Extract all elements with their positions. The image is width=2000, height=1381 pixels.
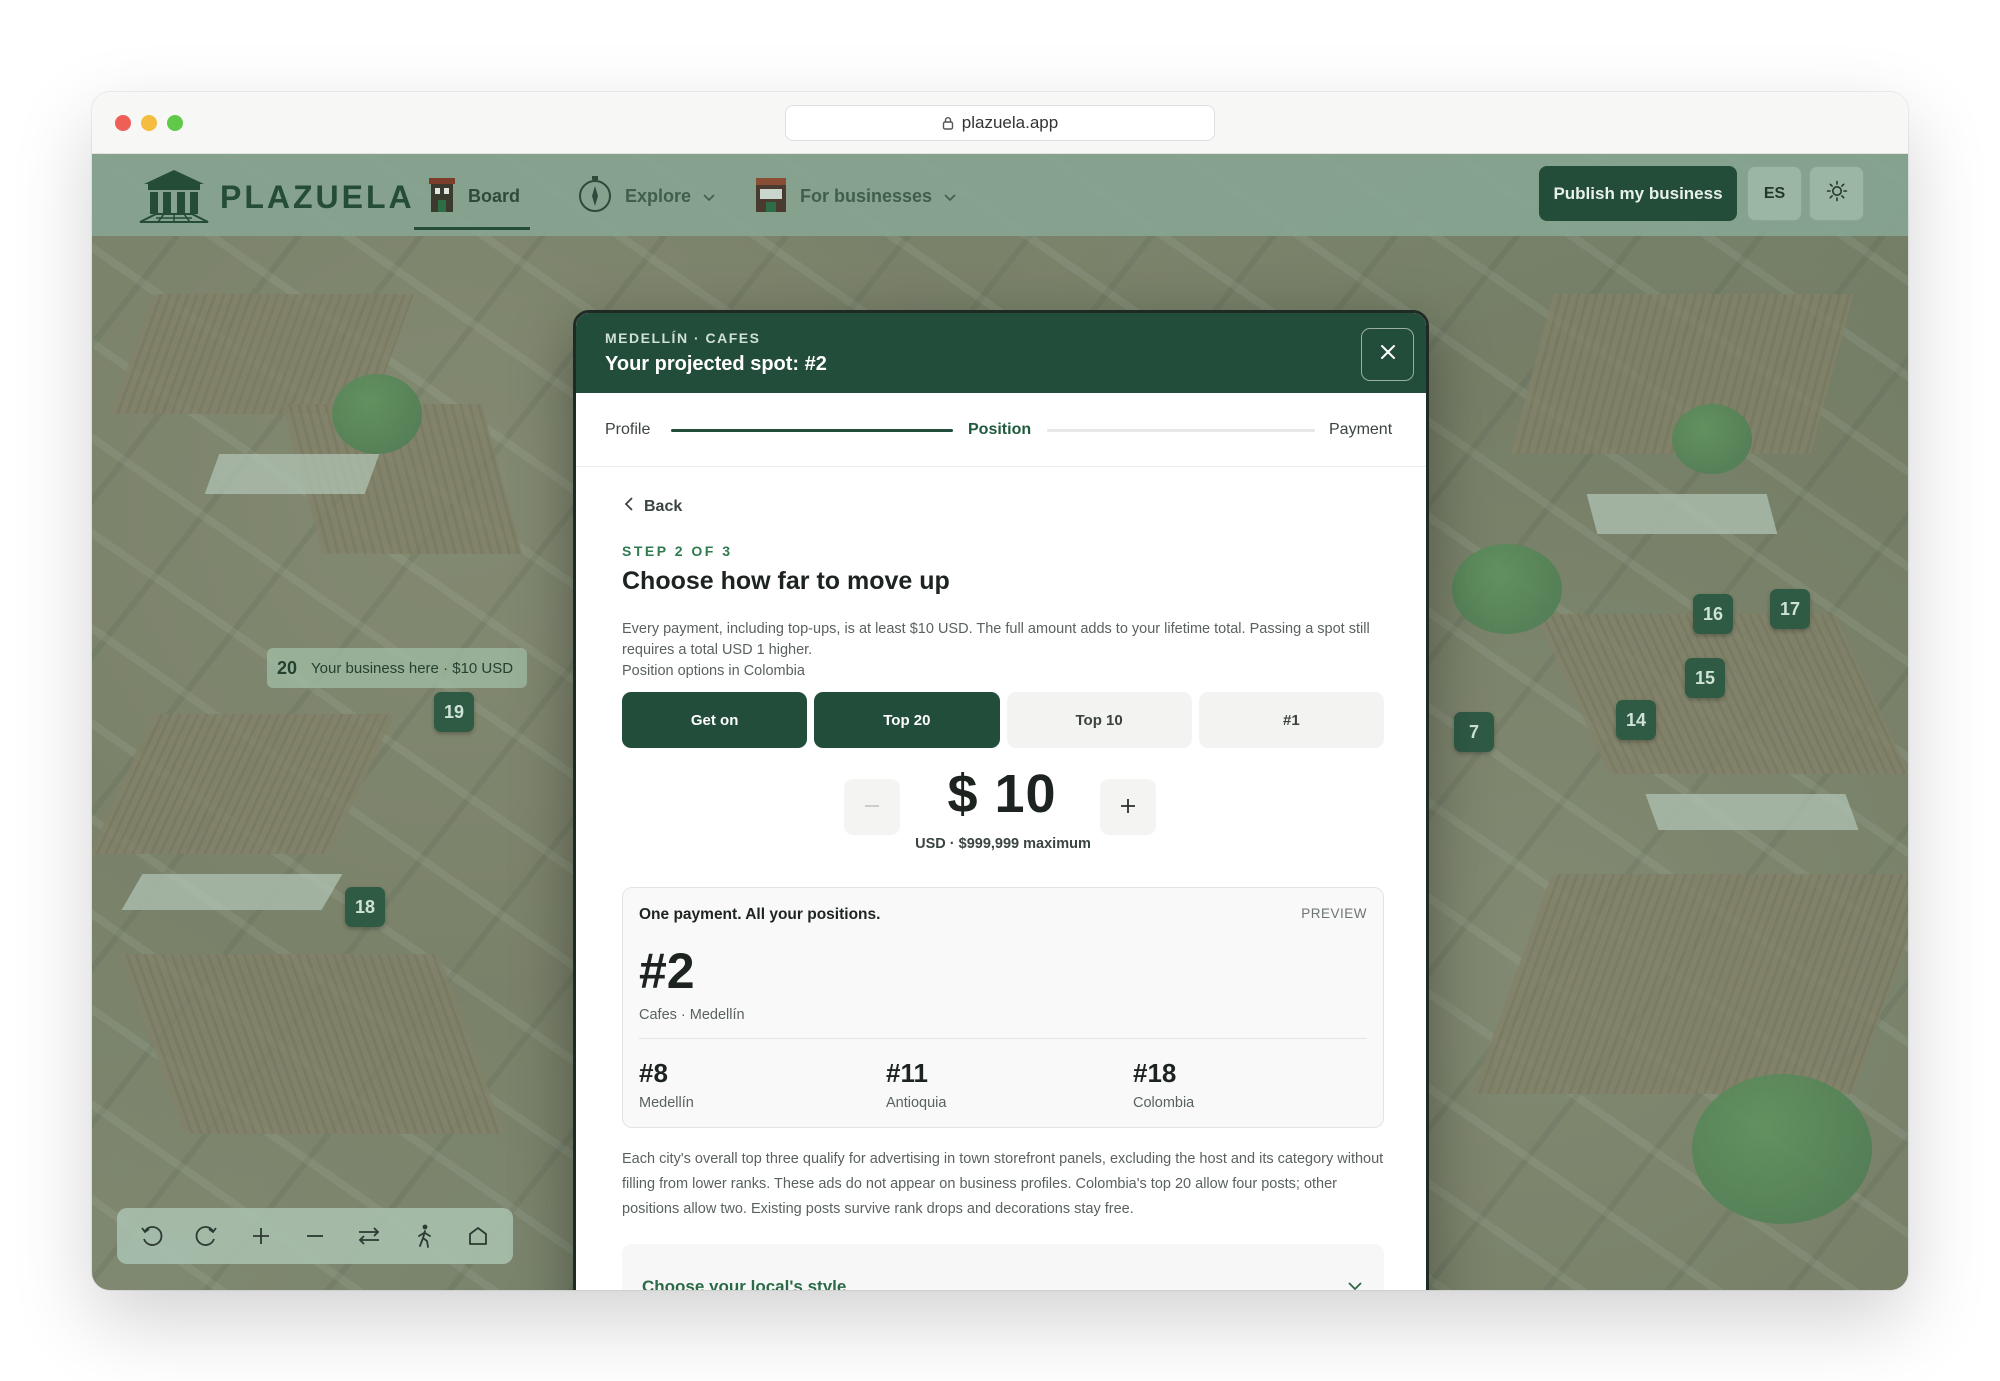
amount-limit: USD · $999,999 maximum [915, 836, 1091, 852]
rank-region-value: #11 [886, 1058, 928, 1088]
spot-badge[interactable]: 17 [1770, 589, 1810, 629]
chevron-down-icon [1348, 1278, 1362, 1290]
step-indicator: STEP 2 OF 3 [622, 543, 733, 559]
amount-value: $ 10 [947, 764, 1057, 824]
projected-rank: #2 [639, 943, 695, 999]
step-payment[interactable]: Payment [1329, 421, 1392, 439]
spot-tag-number: 20 [277, 657, 298, 678]
local-style-accordion[interactable]: Choose your local's style [622, 1244, 1384, 1290]
browser-window: plazuela.app 20 Your business here · $10… [92, 92, 1908, 1290]
modal-title: Your projected spot: #2 [605, 353, 827, 375]
spot-tag-text: Your business here · $10 USD [311, 659, 514, 677]
rank-city: #8 Medellín [639, 1058, 694, 1111]
rotate-right-icon[interactable] [186, 1216, 226, 1256]
step-heading: Choose how far to move up [622, 567, 950, 595]
option-number-1[interactable]: #1 [1198, 692, 1384, 748]
rank-city-value: #8 [639, 1058, 668, 1088]
nav-board[interactable]: Board [413, 172, 531, 230]
minus-icon [863, 797, 881, 818]
nav-explore[interactable]: Explore [577, 172, 715, 220]
available-spot-tag[interactable]: 20 Your business here · $10 USD [267, 648, 528, 688]
payment-description: Every payment, including top-ups, is at … [622, 621, 1370, 658]
logo-wordmark: PLAZUELA [220, 179, 415, 215]
rank-region-label: Antioquia [886, 1095, 947, 1111]
nav-board-label: Board [468, 185, 521, 206]
browser-titlebar: plazuela.app [92, 92, 1908, 154]
option-top-10[interactable]: Top 10 [1006, 692, 1192, 748]
position-preview-card: One payment. All your positions. PREVIEW… [622, 887, 1384, 1128]
modal-header: MEDELLÍN · CAFES Your projected spot: #2 [576, 313, 1426, 393]
increase-amount-button[interactable] [1100, 779, 1156, 835]
spot-badge[interactable]: 18 [345, 887, 385, 927]
preview-title: One payment. All your positions. [639, 906, 881, 923]
home-view-icon[interactable] [458, 1216, 498, 1256]
map-toolbar [117, 1208, 513, 1264]
close-modal-button[interactable] [1361, 328, 1414, 381]
zoom-out-icon[interactable] [295, 1216, 335, 1256]
position-modal: MEDELLÍN · CAFES Your projected spot: #2… [573, 310, 1429, 1290]
spot-badge[interactable]: 16 [1693, 594, 1733, 634]
modal-location-category: MEDELLÍN · CAFES [605, 330, 761, 346]
step-progress-bar [671, 429, 953, 432]
step-position[interactable]: Position [968, 421, 1031, 439]
spot-badge[interactable]: 15 [1685, 658, 1725, 698]
step-remaining-bar [1047, 429, 1315, 432]
option-top-20[interactable]: Top 20 [814, 692, 1000, 748]
nav-explore-label: Explore [625, 185, 692, 206]
sun-icon [1826, 180, 1848, 207]
position-options-label: Position options in Colombia [622, 663, 805, 679]
rank-country: #18 Colombia [1133, 1058, 1194, 1111]
close-window-button[interactable] [115, 115, 131, 131]
language-toggle-button[interactable]: ES [1747, 166, 1802, 221]
app-area: 20 Your business here · $10 USD 19 18 16… [92, 154, 1908, 1290]
chevron-down-icon [703, 186, 715, 207]
compass-icon [577, 174, 613, 219]
top-navigation: PLAZUELA Board Explore For businesses Pu… [92, 154, 1908, 236]
chevron-down-icon [944, 186, 956, 207]
projected-rank-scope: Cafes · Medellín [639, 1007, 745, 1023]
back-label: Back [644, 497, 683, 515]
progress-steps: Profile Position Payment [576, 393, 1426, 467]
spot-badge[interactable]: 14 [1616, 700, 1656, 740]
option-get-on[interactable]: Get on [622, 692, 808, 748]
rank-region: #11 Antioquia [886, 1058, 946, 1111]
url-text: plazuela.app [961, 113, 1059, 132]
position-options: Get on Top 20 Top 10 #1 [622, 692, 1384, 748]
rank-city-label: Medellín [639, 1095, 694, 1111]
nav-for-businesses-label: For businesses [800, 185, 933, 206]
spot-badge[interactable]: 7 [1454, 712, 1494, 752]
decrease-amount-button[interactable] [844, 779, 900, 835]
nav-for-businesses[interactable]: For businesses [754, 172, 956, 220]
walk-mode-icon[interactable] [404, 1216, 444, 1256]
storefront-icon [754, 174, 788, 219]
local-style-label: Choose your local's style [642, 1277, 847, 1290]
building-icon [428, 174, 456, 219]
close-icon [1380, 344, 1396, 365]
rank-country-label: Colombia [1133, 1095, 1195, 1111]
preview-tag: PREVIEW [1301, 906, 1367, 921]
address-bar[interactable]: plazuela.app [785, 105, 1215, 141]
zoom-in-icon[interactable] [241, 1216, 281, 1256]
theme-toggle-button[interactable] [1809, 166, 1864, 221]
minimize-window-button[interactable] [141, 115, 157, 131]
rank-country-value: #18 [1133, 1058, 1177, 1088]
publish-business-button[interactable]: Publish my business [1539, 166, 1737, 221]
maximize-window-button[interactable] [167, 115, 183, 131]
preview-divider [639, 1038, 1367, 1039]
step-profile[interactable]: Profile [605, 421, 650, 439]
logo[interactable]: PLAZUELA [136, 164, 415, 231]
back-link[interactable]: Back [624, 497, 682, 516]
swap-arrows-icon[interactable] [349, 1216, 389, 1256]
advertising-footnote: Each city's overall top three qualify fo… [622, 1151, 1384, 1217]
plus-icon [1119, 797, 1137, 818]
chevron-left-icon [624, 497, 634, 516]
plaza-logo-icon [136, 164, 212, 231]
spot-badge[interactable]: 19 [434, 692, 474, 732]
lock-icon [942, 116, 954, 130]
rotate-left-icon[interactable] [132, 1216, 172, 1256]
